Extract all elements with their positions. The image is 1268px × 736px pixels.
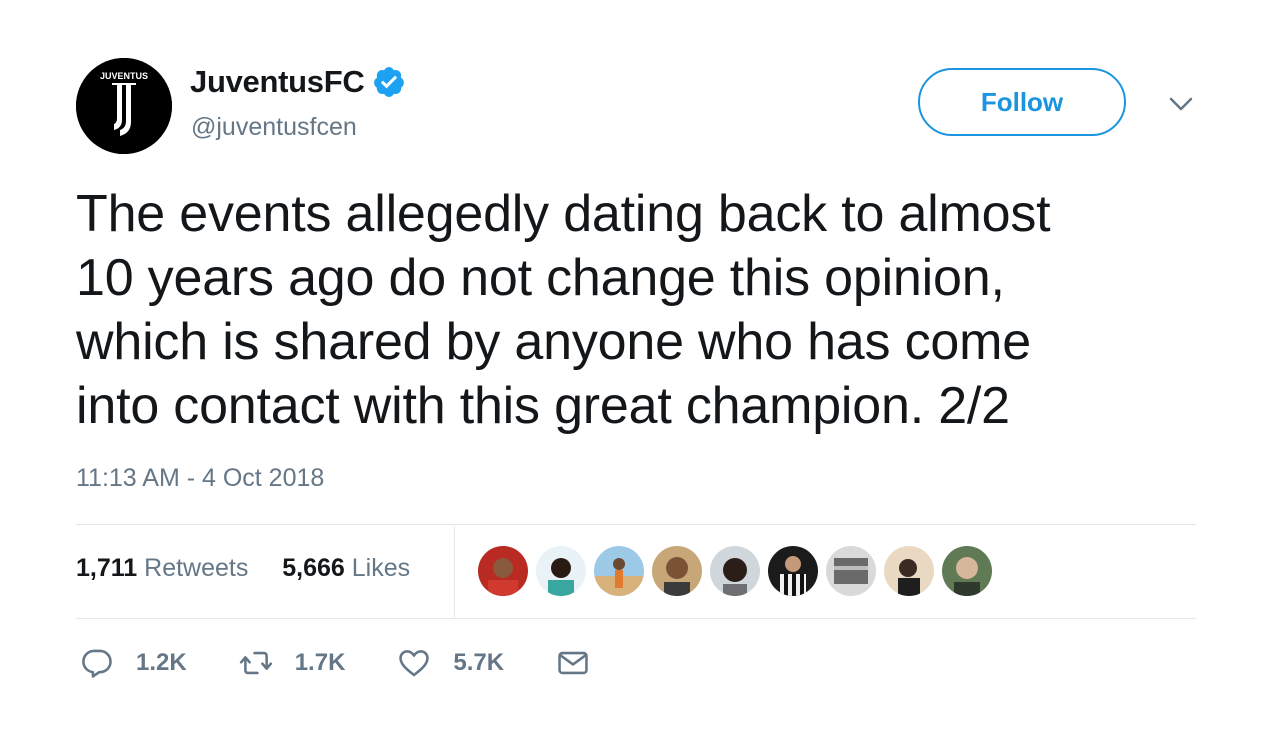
direct-message-button[interactable] [556,646,590,680]
chevron-down-icon[interactable] [1166,92,1196,116]
like-count: 5.7K [453,649,505,676]
retweet-icon [239,651,272,675]
tweet-timestamp[interactable]: 11:13 AM - 4 Oct 2018 [76,464,324,493]
tweet-text: The events allegedly dating back to almo… [76,182,1196,438]
liker-avatar[interactable] [942,546,992,596]
avatar-wordmark: JUVENTUS [100,71,148,81]
stats-divider [454,526,455,618]
user-name-row[interactable]: JuventusFC [190,64,406,100]
liker-avatar[interactable] [478,546,528,596]
follow-button[interactable]: Follow [918,68,1126,136]
user-handle[interactable]: @juventusfcen [191,113,357,142]
juventus-logo: JUVENTUS [76,58,172,154]
reply-icon [82,649,112,678]
tweet-line: The events allegedly dating back to almo… [76,185,1051,243]
tweet-line: 10 years ago do not change this opinion, [76,249,1005,307]
liker-avatar[interactable] [594,546,644,596]
tweet-actions: 1.2K 1.7K 5.7K [80,646,642,680]
liker-avatars [478,546,1000,596]
avatar[interactable]: JUVENTUS [76,58,172,154]
retweet-button[interactable]: 1.7K [239,646,346,680]
reply-count: 1.2K [136,649,187,676]
liker-avatar[interactable] [884,546,934,596]
likes-label: Likes [351,554,411,582]
verified-badge-icon [372,65,406,99]
divider [76,618,1196,619]
tweet-line: which is shared by anyone who has come [76,313,1031,371]
tweet-stats: 1,711 Retweets 5,666 Likes [76,554,410,583]
retweets-stat[interactable]: 1,711 Retweets [76,554,255,582]
liker-avatar[interactable] [710,546,760,596]
likes-stat[interactable]: 5,666 Likes [275,554,410,582]
liker-avatar[interactable] [536,546,586,596]
liker-avatar[interactable] [768,546,818,596]
heart-icon [399,650,430,677]
retweets-count: 1,711 [76,554,138,582]
reply-button[interactable]: 1.2K [80,646,187,680]
display-name[interactable]: JuventusFC [190,64,365,100]
liker-avatar[interactable] [652,546,702,596]
like-button[interactable]: 5.7K [397,646,504,680]
likes-count: 5,666 [282,554,345,582]
retweet-count: 1.7K [294,649,346,676]
liker-avatar[interactable] [826,546,876,596]
envelope-icon [558,651,588,675]
divider [76,524,1196,525]
tweet-line: into contact with this great champion. 2… [76,377,1010,435]
retweets-label: Retweets [144,554,249,582]
